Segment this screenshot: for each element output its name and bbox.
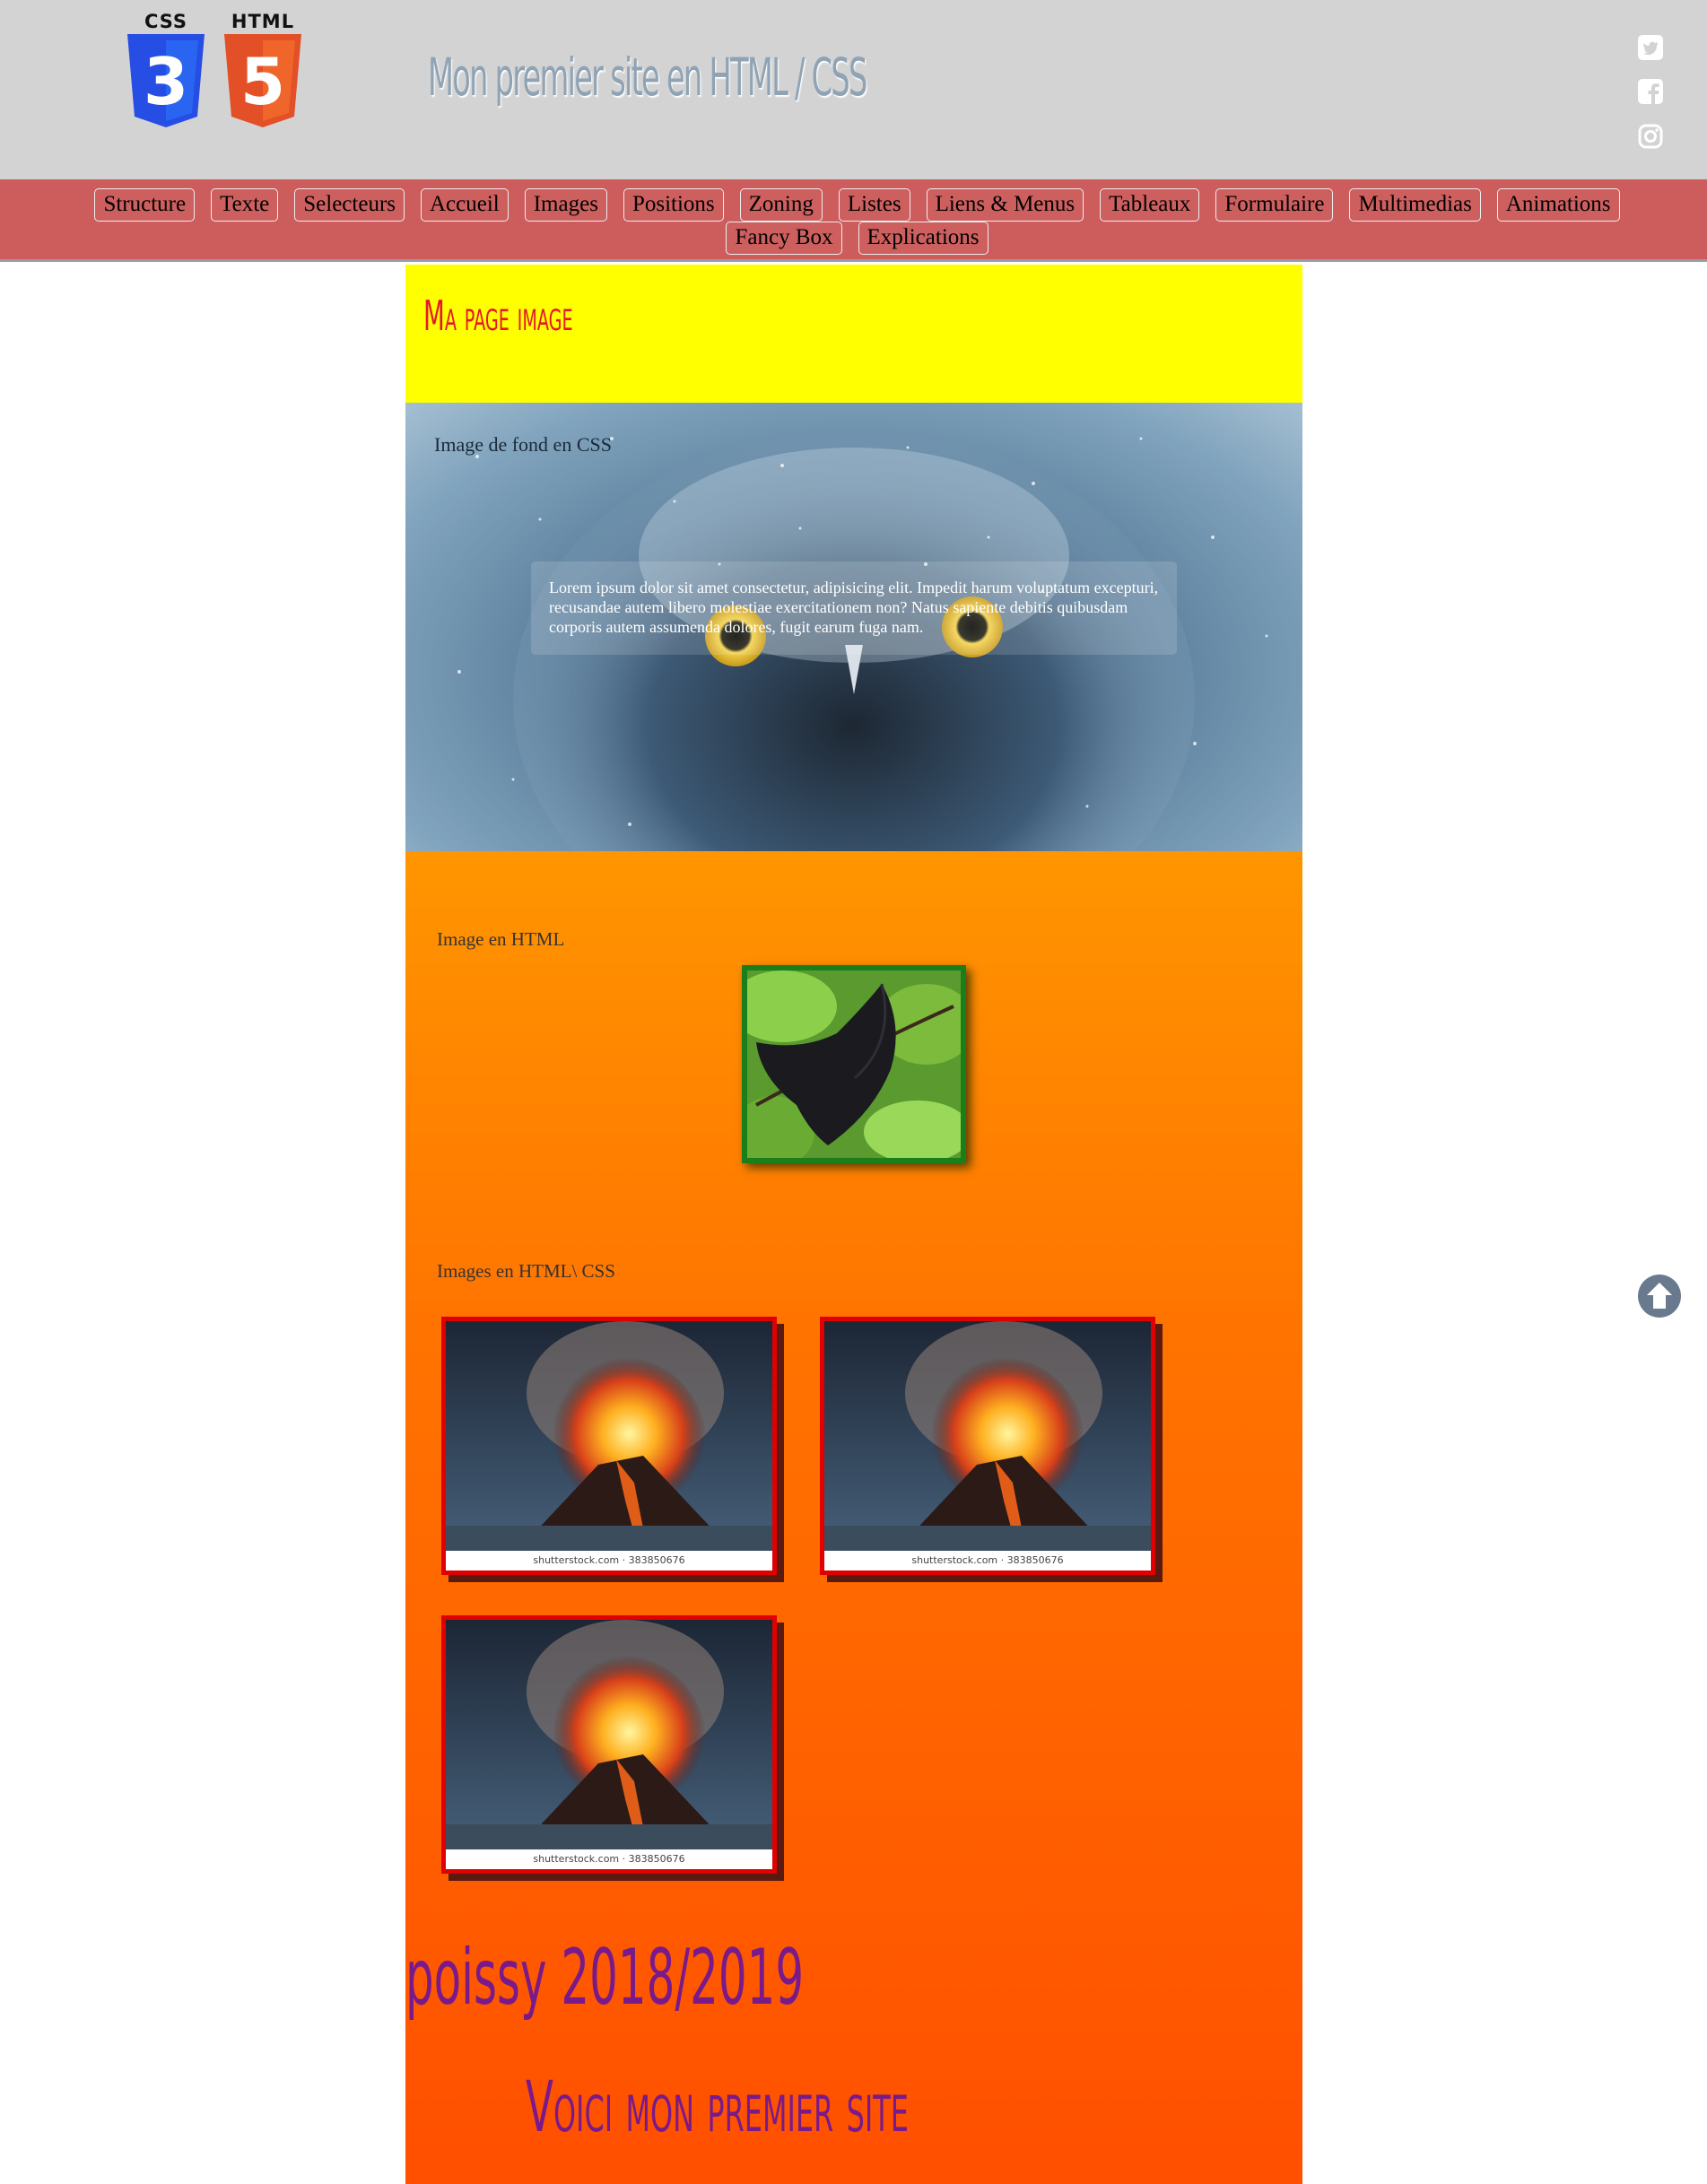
volcano-illustration xyxy=(446,1620,772,1849)
nav-item-liens-menus[interactable]: Liens & Menus xyxy=(926,188,1084,222)
bat-illustration xyxy=(747,970,961,1158)
instagram-icon[interactable] xyxy=(1638,124,1663,149)
facebook-icon[interactable] xyxy=(1638,79,1663,104)
page-header-band: Ma page image xyxy=(405,265,1302,403)
nav-item-multimedias[interactable]: Multimedias xyxy=(1349,188,1481,222)
nav-item-accueil[interactable]: Accueil xyxy=(421,188,509,222)
twitter-icon[interactable] xyxy=(1638,35,1663,60)
html5-shield-icon: 5 xyxy=(224,34,301,127)
footer-tagline: Voici mon premier site xyxy=(526,2067,909,2148)
nav-item-explications[interactable]: Explications xyxy=(858,222,988,255)
nav-item-animations[interactable]: Animations xyxy=(1496,188,1620,222)
css-logo-label: CSS xyxy=(144,11,188,32)
page-title: Ma page image xyxy=(423,291,573,340)
nav-menu: Structure Texte Selecteurs Accueil Images Pos… xyxy=(42,188,1672,260)
nav-item-fancy-box[interactable]: Fancy Box xyxy=(726,222,842,255)
nav-item-texte[interactable]: Texte xyxy=(211,188,279,222)
bat-image xyxy=(742,965,966,1163)
css3-shield-icon: 3 xyxy=(127,34,205,127)
main-content: Ma page image Image de fond en CSS Lorem… xyxy=(405,265,1302,2184)
site-header: CSS 3 HTML 5 Mon premier site en HTML / … xyxy=(0,0,1707,179)
html-image-label: Image en HTML xyxy=(437,928,565,950)
image-caption: shutterstock.com · 383850676 xyxy=(446,1551,772,1571)
nav-item-zoning[interactable]: Zoning xyxy=(739,188,823,222)
volcano-illustration xyxy=(824,1321,1151,1551)
nav-item-positions[interactable]: Positions xyxy=(623,188,724,222)
image-caption: shutterstock.com · 383850676 xyxy=(446,1849,772,1869)
volcano-image: shutterstock.com · 383850676 xyxy=(441,1615,777,1874)
volcano-image: shutterstock.com · 383850676 xyxy=(441,1317,777,1575)
image-caption: shutterstock.com · 383850676 xyxy=(824,1551,1151,1571)
html5-logo: HTML 5 xyxy=(221,11,305,127)
nav-item-images[interactable]: Images xyxy=(524,188,607,222)
lorem-text-box: Lorem ipsum dolor sit amet consectetur, … xyxy=(531,561,1177,655)
scroll-top-button[interactable] xyxy=(1638,1275,1681,1318)
nav-item-listes[interactable]: Listes xyxy=(838,188,910,222)
bg-image-label: Image de fond en CSS xyxy=(434,433,612,456)
css3-logo: CSS 3 xyxy=(124,11,208,127)
html5-number: 5 xyxy=(240,44,285,119)
volcano-image: shutterstock.com · 383850676 xyxy=(820,1317,1155,1575)
nav-item-tableaux[interactable]: Tableaux xyxy=(1100,188,1200,222)
footer-year: poissy 2018/2019 xyxy=(405,1933,805,2023)
volcano-illustration xyxy=(446,1321,772,1551)
html-css-images-label: Images en HTML\ CSS xyxy=(437,1260,615,1282)
css3-number: 3 xyxy=(144,44,188,119)
site-title: Mon premier site en HTML / CSS xyxy=(428,47,867,108)
arrow-up-circle-icon xyxy=(1638,1275,1681,1318)
nav-item-selecteurs[interactable]: Selecteurs xyxy=(294,188,405,222)
main-nav: Structure Texte Selecteurs Accueil Images Pos… xyxy=(0,179,1707,262)
owl-background-image: Image de fond en CSS Lorem ipsum dolor s… xyxy=(405,403,1302,851)
nav-item-structure[interactable]: Structure xyxy=(94,188,196,222)
nav-item-formulaire[interactable]: Formulaire xyxy=(1215,188,1334,222)
html-logo-label: HTML xyxy=(231,11,295,32)
